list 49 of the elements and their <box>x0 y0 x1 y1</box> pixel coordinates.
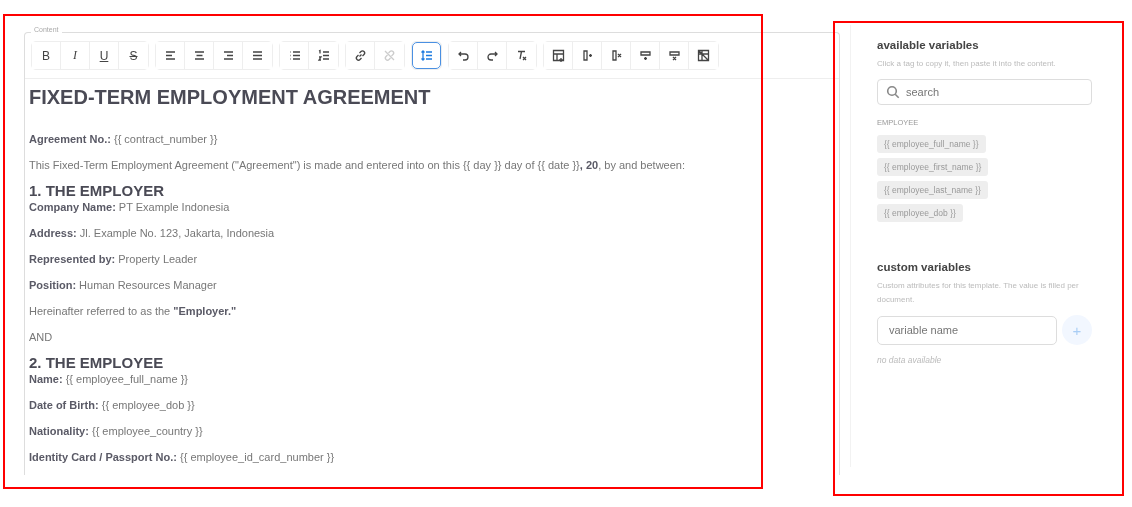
row-add-icon <box>638 49 652 62</box>
paragraph: Position: Human Resources Manager <box>29 278 218 293</box>
undo-button[interactable] <box>449 42 478 69</box>
add-button[interactable]: + <box>1062 315 1092 345</box>
variable-tag[interactable]: {{ employee_first_name }} <box>877 158 989 176</box>
variable-tag[interactable]: {{ employee_last_name }} <box>877 181 988 199</box>
bullet-list-button[interactable] <box>280 42 309 69</box>
paragraph: AND <box>29 330 54 345</box>
redo-icon <box>485 49 499 62</box>
paragraph: Agreement No.: {{ contract_number }} <box>29 132 219 147</box>
paragraph: This Fixed-Term Employment Agreement ("Agreement") is made and entered into on this {{ day }} day of {{ date }}, 20, by and between: <box>29 158 686 173</box>
unlink-icon <box>383 49 396 62</box>
line-height-button[interactable] <box>412 42 441 69</box>
align-left-icon <box>163 49 177 62</box>
undo-icon <box>456 49 470 62</box>
align-justify-icon <box>251 49 264 62</box>
table-button[interactable] <box>544 42 573 69</box>
table-del-icon <box>697 49 710 62</box>
col-add-icon <box>580 49 594 62</box>
paragraph: Nationality: {{ employee_country }} <box>29 424 204 439</box>
clear-format-icon <box>515 49 528 62</box>
bullet-list-icon <box>287 49 301 62</box>
paragraph: Hereinafter referred to as the "Employer." <box>29 304 238 319</box>
paragraph: Company Name: PT Example Indonesia <box>29 200 231 215</box>
align-right-icon <box>221 49 235 62</box>
link-icon <box>353 49 367 62</box>
align-left-button[interactable] <box>156 42 185 69</box>
paragraph: Represented by: Property Leader <box>29 252 199 267</box>
variable-name-field[interactable]: variable name <box>877 315 1057 345</box>
link-button[interactable] <box>346 42 375 69</box>
numbered-list-icon <box>317 49 330 62</box>
section-heading: 1. THE EMPLOYER <box>29 183 166 199</box>
section-title: available variables <box>877 39 980 51</box>
document-title: FIXED-TERM EMPLOYMENT AGREEMENT <box>29 85 432 109</box>
search-field[interactable]: search <box>877 79 1092 105</box>
paragraph: Address: Jl. Example No. 123, Jakarta, Indonesia <box>29 226 276 241</box>
section-heading: 2. THE EMPLOYEE <box>29 355 165 371</box>
paragraph: Name: {{ employee_full_name }} <box>29 372 189 387</box>
bold-button[interactable]: B <box>32 42 61 69</box>
paragraph: Identity Card / Passport No.: {{ employee_id_card_number }} <box>29 450 336 465</box>
variable-tag[interactable]: {{ employee_full_name }} <box>877 135 986 153</box>
line-height-icon <box>420 49 433 62</box>
section-title: custom variables <box>877 261 972 273</box>
paragraph: Date of Birth: {{ employee_dob }} <box>29 398 196 413</box>
variable-tag[interactable]: {{ employee_dob }} <box>877 204 963 222</box>
table-icon <box>551 49 565 62</box>
row-del-icon <box>667 49 681 62</box>
align-center-icon <box>192 49 206 62</box>
col-del-icon <box>609 49 623 62</box>
